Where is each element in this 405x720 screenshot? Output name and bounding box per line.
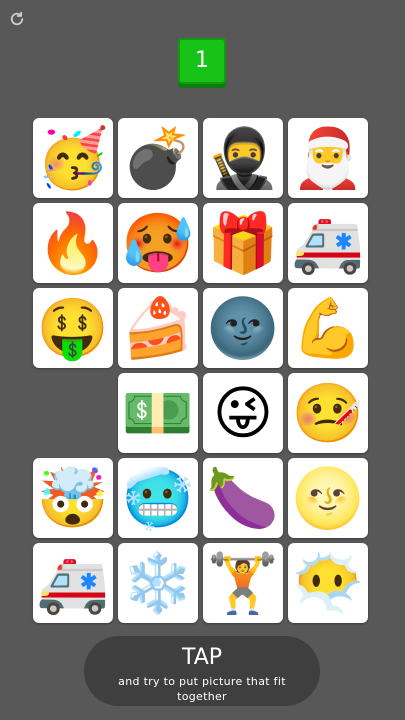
tile-ninja[interactable]: 🥷 [203,118,283,198]
fire-icon: 🔥 [36,209,110,277]
tile-weight-lifter[interactable]: 🏋️ [203,543,283,623]
face-in-clouds-icon: 😶‍🌫️ [291,549,365,617]
restart-button[interactable] [6,8,28,30]
shortcake-icon: 🍰 [121,294,195,362]
tile-santa[interactable]: 🎅 [288,118,368,198]
cold-face-icon: 🥶 [121,464,195,532]
tile-eggplant[interactable]: 🍆 [203,458,283,538]
tile-face-in-clouds[interactable]: 😶‍🌫️ [288,543,368,623]
ninja-icon: 🥷 [206,124,280,192]
dollar-banknote-icon: 💵 [121,379,195,447]
ambulance-icon: 🚑 [36,549,110,617]
santa-icon: 🎅 [291,124,365,192]
bomb-icon: 💣 [121,124,195,192]
tile-full-moon-face[interactable]: 🌝 [288,458,368,538]
hot-devil-face-icon: 🥵 [121,209,195,277]
thermometer-face-icon: 🤒 [291,379,365,447]
gift-icon: 🎁 [206,209,280,277]
tile-party-face[interactable]: 🥳 [33,118,113,198]
winking-tongue-face-icon: 😜 [212,379,274,447]
weight-lifter-icon: 🏋️ [206,549,280,617]
flexed-biceps-icon: 💪 [291,294,365,362]
money-mouth-hand-face-icon: 🤑 [36,294,110,362]
tile-fire[interactable]: 🔥 [33,203,113,283]
emoji-board: 🥳 💣 🥷 🎅 🔥 🥵 🎁 🚑 🤑 🍰 🌚 💪 💵 😜 🤒 🤯 🥶 🍆 🌝 🚑 ❄️ 🏋️ 😶‍🌫️ [33,118,373,626]
tile-thermometer-face[interactable]: 🤒 [288,373,368,453]
party-face-icon: 🥳 [36,124,110,192]
snowflake-icon: ❄️ [121,549,195,617]
tile-flexed-biceps[interactable]: 💪 [288,288,368,368]
eggplant-icon: 🍆 [206,464,280,532]
score-counter: 1 [178,38,226,84]
exploding-head-icon: 🤯 [36,464,110,532]
refresh-icon [10,11,24,26]
full-moon-face-icon: 🌝 [291,464,365,532]
tap-title: TAP [181,645,223,670]
tile-bomb[interactable]: 💣 [118,118,198,198]
tile-snowflake[interactable]: ❄️ [118,543,198,623]
tile-dollar-banknote[interactable]: 💵 [118,373,198,453]
tile-new-moon-face[interactable]: 🌚 [203,288,283,368]
tile-shortcake[interactable]: 🍰 [118,288,198,368]
tap-button[interactable]: TAP and try to put picture that fit toge… [84,636,320,706]
ambulance-icon: 🚑 [291,209,365,277]
tile-ambulance[interactable]: 🚑 [288,203,368,283]
tile-winking-tongue-face[interactable]: 😜 [203,373,283,453]
tile-hot-devil-face[interactable]: 🥵 [118,203,198,283]
tap-instruction: and try to put picture that fit together [118,675,286,703]
tile-exploding-head[interactable]: 🤯 [33,458,113,538]
new-moon-face-icon: 🌚 [206,294,280,362]
tile-gift[interactable]: 🎁 [203,203,283,283]
tile-ambulance[interactable]: 🚑 [33,543,113,623]
tile-cold-face[interactable]: 🥶 [118,458,198,538]
tile-money-mouth-hand-face[interactable]: 🤑 [33,288,113,368]
